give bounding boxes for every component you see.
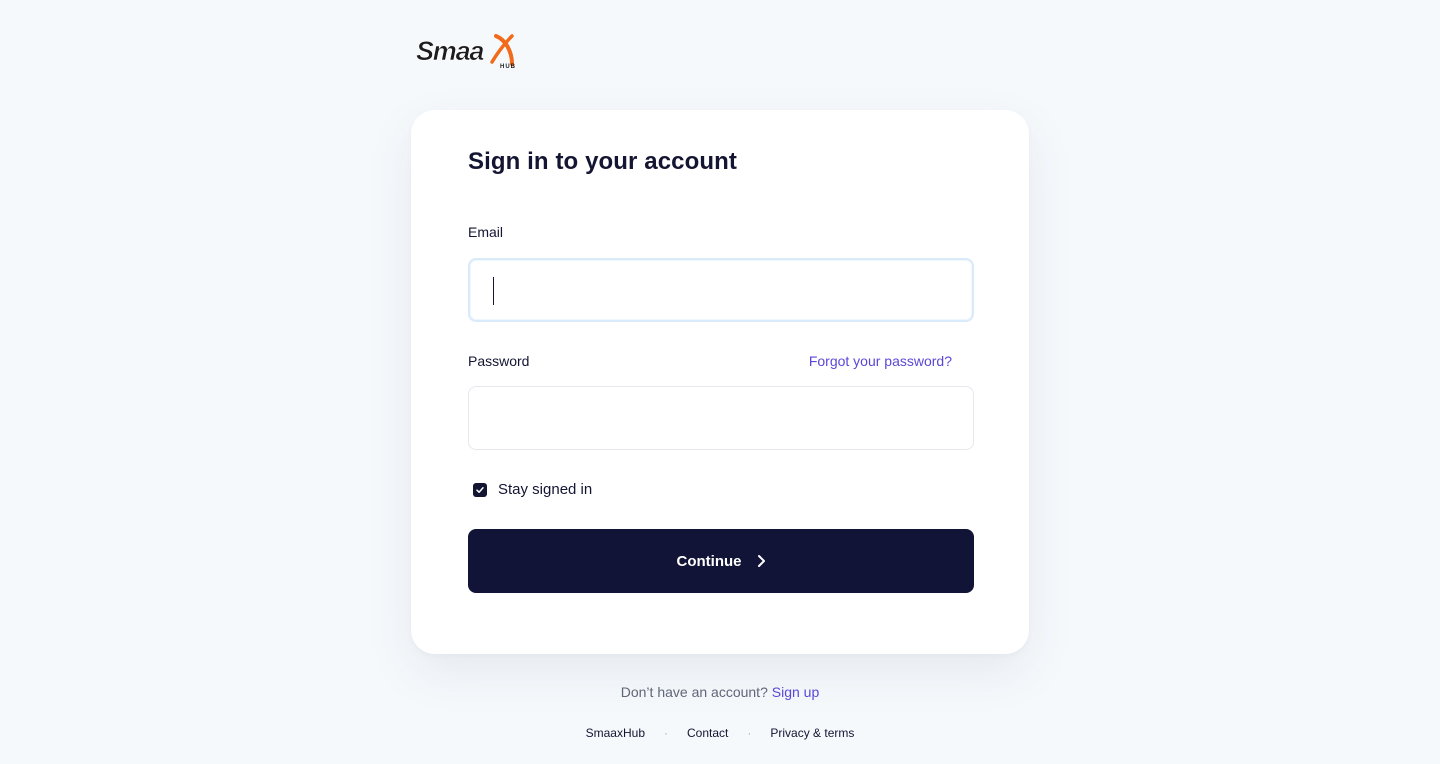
sign-in-card: Sign in to your account Email Password F… [411, 110, 1029, 654]
footer-link-smaaxhub[interactable]: SmaaxHub [586, 726, 645, 740]
password-label: Password [468, 353, 530, 369]
footer-link-contact[interactable]: Contact [687, 726, 728, 740]
continue-button[interactable]: Continue [468, 529, 974, 593]
signup-prompt: Don’t have an account? Sign up [0, 684, 1440, 700]
text-caret [493, 277, 494, 305]
forgot-password-link[interactable]: Forgot your password? [809, 353, 952, 369]
continue-button-label: Continue [676, 552, 742, 570]
footer-separator: · [747, 726, 752, 740]
checkbox-checked[interactable] [473, 482, 487, 497]
password-field[interactable] [468, 386, 974, 450]
sign-up-link[interactable]: Sign up [772, 684, 819, 700]
smaaxhub-logo: Smaa HUB [414, 30, 520, 72]
smaaxhub-logo-image: Smaa HUB [416, 34, 516, 70]
svg-text:Smaa: Smaa [416, 36, 484, 66]
checkmark-icon [476, 486, 484, 493]
email-field[interactable] [468, 258, 974, 322]
footer-link-privacy-terms[interactable]: Privacy & terms [770, 726, 854, 740]
footer-separator: · [664, 726, 668, 740]
svg-text:HUB: HUB [500, 64, 516, 70]
footer: SmaaxHub · Contact · Privacy & terms [0, 726, 1440, 740]
stay-signed-in-label: Stay signed in [498, 481, 593, 498]
chevron-right-icon [756, 554, 766, 568]
signup-prompt-text: Don’t have an account? [620, 684, 768, 700]
email-label: Email [468, 224, 504, 240]
page-title: Sign in to your account [468, 148, 737, 175]
stay-signed-in-checkbox[interactable]: Stay signed in [473, 481, 592, 498]
